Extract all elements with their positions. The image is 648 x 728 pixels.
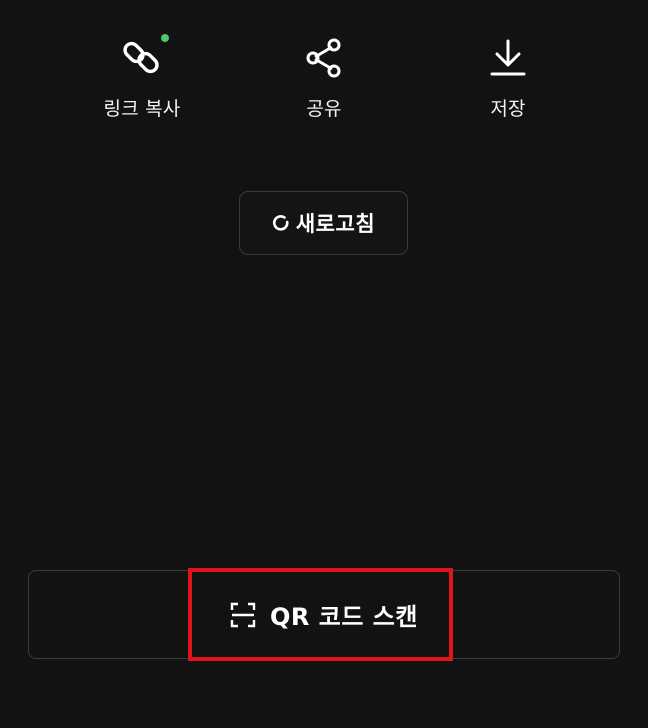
link-icon bbox=[120, 34, 169, 80]
share-button[interactable]: 공유 bbox=[254, 36, 394, 121]
qr-scan-content[interactable]: QR 코드 스캔 bbox=[230, 570, 418, 659]
copy-link-label: 링크 복사 bbox=[103, 98, 181, 120]
download-icon bbox=[486, 36, 530, 80]
refresh-icon bbox=[272, 214, 290, 232]
qr-scan-label: QR 코드 스캔 bbox=[270, 603, 418, 631]
copy-link-button[interactable]: 링크 복사 bbox=[72, 34, 212, 121]
share-label: 공유 bbox=[306, 98, 342, 120]
refresh-button[interactable]: 새로고침 bbox=[239, 191, 408, 255]
refresh-label: 새로고침 bbox=[295, 212, 376, 236]
share-icon bbox=[302, 36, 346, 80]
new-badge-dot bbox=[161, 34, 169, 42]
scan-icon bbox=[230, 602, 256, 628]
save-button[interactable]: 저장 bbox=[438, 36, 578, 121]
save-label: 저장 bbox=[490, 98, 526, 120]
